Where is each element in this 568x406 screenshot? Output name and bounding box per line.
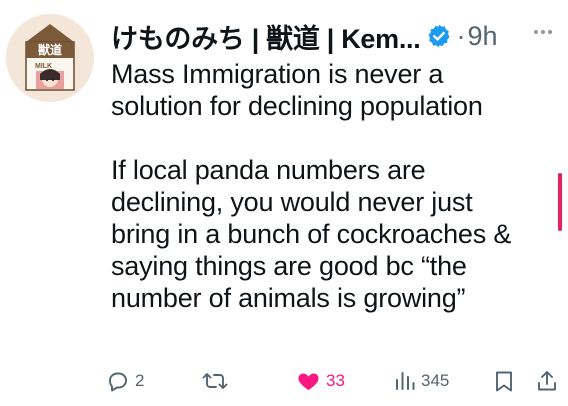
avatar-carton-text: 獣道: [38, 42, 62, 57]
tweet-text-line: solution for declining population: [111, 91, 483, 121]
heart-icon: [298, 373, 319, 390]
reply-icon: [109, 372, 127, 392]
avatar[interactable]: 獣道 MILK: [6, 14, 94, 102]
reply-count: 2: [135, 371, 145, 390]
retweet-button[interactable]: [202, 366, 233, 396]
bookmark-button[interactable]: [493, 366, 515, 396]
tweet-text-line: number of animals is growing”: [111, 283, 466, 313]
tweet: 獣道 MILK けものみち | 獣道 | Kem... · 9h Mass Im…: [0, 0, 568, 406]
tweet-text-line: saying things are good bc “the: [111, 251, 467, 281]
reply-button[interactable]: 2: [106, 366, 144, 396]
view-count: 345: [421, 371, 450, 390]
author-display-name[interactable]: けものみち | 獣道 | Kem...: [111, 17, 421, 56]
retweet-icon: [202, 373, 228, 389]
like-count: 33: [326, 371, 345, 390]
milk-carton-avatar-icon: 獣道 MILK: [6, 14, 94, 102]
more-options-button[interactable]: [532, 24, 554, 34]
scroll-indicator[interactable]: [558, 173, 562, 231]
tweet-timestamp[interactable]: 9h: [467, 21, 497, 52]
tweet-header: けものみち | 獣道 | Kem... · 9h: [111, 18, 498, 54]
like-button[interactable]: 33: [296, 366, 345, 396]
share-button[interactable]: [536, 366, 558, 396]
ellipsis-icon: [534, 30, 552, 34]
header-separator: ·: [456, 20, 466, 51]
views-icon: [396, 372, 415, 390]
verified-badge-icon[interactable]: [426, 23, 452, 49]
tweet-text: Mass Immigration is never a solution for…: [111, 58, 551, 314]
tweet-text-line: declining, you would never just: [111, 187, 473, 217]
tweet-action-bar: 2 33 345: [106, 366, 558, 396]
views-button[interactable]: 345: [394, 366, 449, 396]
avatar-milk-label: MILK: [35, 63, 52, 70]
tweet-text-line: Mass Immigration is never a: [111, 59, 444, 89]
bookmark-icon: [496, 371, 512, 392]
share-icon: [538, 371, 556, 391]
tweet-text-line: If local panda numbers are: [111, 155, 426, 185]
tweet-text-line: bring in a bunch of cockroaches &: [111, 219, 512, 249]
